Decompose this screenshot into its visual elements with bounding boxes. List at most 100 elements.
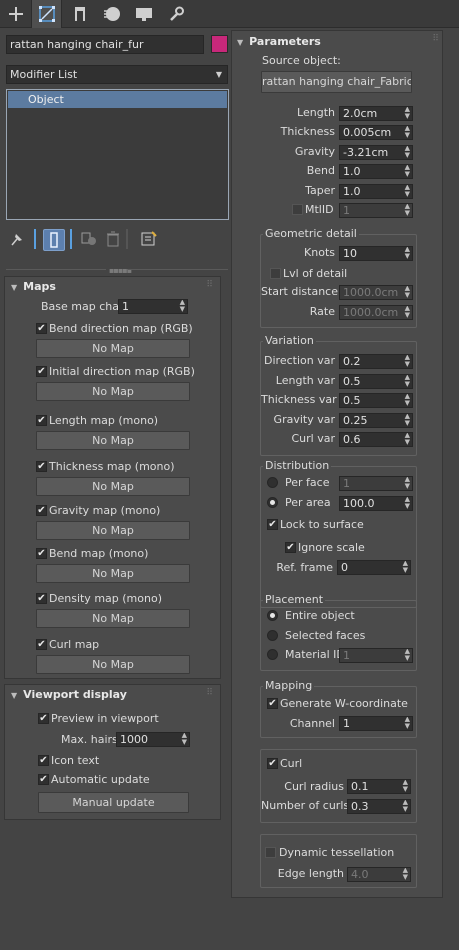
no-map-button[interactable]: No Map — [36, 564, 190, 583]
spinner-arrows-icon[interactable]: ▲ ▼ — [405, 306, 410, 319]
spinner-arrows-icon[interactable]: ▲ ▼ — [405, 126, 410, 139]
ignore-scale-checkbox[interactable]: ✔ — [285, 542, 296, 553]
mtlid-checkbox[interactable] — [292, 204, 303, 215]
rollout-grip-icon[interactable]: ⠿ — [432, 34, 439, 44]
entire-object-radio[interactable] — [267, 610, 278, 621]
show-end-result-button[interactable] — [43, 229, 65, 251]
spinner-arrows-icon[interactable]: ▲ ▼ — [405, 146, 410, 159]
start-distance-spinner[interactable]: 1000.0cm ▲ ▼ — [339, 285, 413, 300]
lock-to-surface-checkbox[interactable]: ✔ — [267, 519, 278, 530]
no-map-button[interactable]: No Map — [36, 521, 190, 540]
per-face-radio[interactable] — [267, 477, 278, 488]
display-tab[interactable] — [128, 0, 159, 28]
spinner-arrows-icon[interactable]: ▲ ▼ — [405, 107, 410, 120]
per-area-spinner[interactable]: 100.0 ▲ ▼ — [339, 496, 413, 511]
bend-spinner[interactable]: 1.0 ▲ ▼ — [339, 164, 413, 179]
no-map-button[interactable]: No Map — [36, 609, 190, 628]
map-enable-checkbox[interactable]: ✔ — [36, 323, 47, 334]
dynamic-tessellation-checkbox[interactable] — [265, 847, 276, 858]
edge-length-spinner[interactable]: 4.0 ▲ ▼ — [347, 867, 411, 882]
object-name-field[interactable]: rattan hanging chair_fur — [6, 35, 204, 54]
maps-rollout-header[interactable]: ▼ Maps — [11, 280, 56, 293]
spinner-arrows-icon[interactable]: ▲ ▼ — [405, 649, 410, 662]
modifier-stack[interactable]: Object — [6, 89, 229, 220]
map-enable-checkbox[interactable]: ✔ — [36, 639, 47, 650]
spinner-arrows-icon[interactable]: ▲ ▼ — [403, 800, 408, 813]
viewport-display-header[interactable]: ▼ Viewport display — [11, 688, 127, 701]
stack-item-object[interactable]: Object — [8, 91, 227, 108]
create-tab[interactable] — [0, 0, 31, 28]
spinner-arrows-icon[interactable]: ▲ ▼ — [405, 477, 410, 490]
spinner-arrows-icon[interactable]: ▲ ▼ — [405, 204, 410, 217]
direction-var-spinner[interactable]: 0.2 ▲ ▼ — [339, 354, 413, 369]
rollout-grip-icon[interactable]: ⠿ — [206, 280, 213, 290]
length-var-spinner[interactable]: 0.5 ▲ ▼ — [339, 374, 413, 389]
manual-update-button[interactable]: Manual update — [38, 792, 189, 813]
preview-checkbox[interactable]: ✔ — [38, 713, 49, 724]
spinner-arrows-icon[interactable]: ▲ ▼ — [405, 717, 410, 730]
lvl-of-detail-checkbox[interactable] — [270, 268, 281, 279]
material-id-radio[interactable] — [267, 649, 278, 660]
ref-frame-spinner[interactable]: 0 ▲ ▼ — [337, 560, 411, 575]
material-id-spinner[interactable]: 1 ▲ ▼ — [339, 648, 413, 663]
per-face-spinner[interactable]: 1 ▲ ▼ — [339, 476, 413, 491]
map-enable-checkbox[interactable]: ✔ — [36, 593, 47, 604]
selected-faces-radio[interactable] — [267, 630, 278, 641]
spinner-arrows-icon[interactable]: ▲ ▼ — [405, 165, 410, 178]
taper-spinner[interactable]: 1.0 ▲ ▼ — [339, 184, 413, 199]
spinner-arrows-icon[interactable]: ▲ ▼ — [405, 185, 410, 198]
spinner-arrows-icon[interactable]: ▲ ▼ — [405, 497, 410, 510]
motion-tab[interactable] — [96, 0, 127, 28]
no-map-button[interactable]: No Map — [36, 339, 190, 358]
generate-w-checkbox[interactable]: ✔ — [267, 698, 278, 709]
spinner-arrows-icon[interactable]: ▲ ▼ — [403, 561, 408, 574]
map-enable-checkbox[interactable]: ✔ — [36, 415, 47, 426]
rate-spinner[interactable]: 1000.0cm ▲ ▼ — [339, 305, 413, 320]
modify-tab[interactable] — [31, 0, 62, 28]
spinner-arrows-icon[interactable]: ▲ ▼ — [405, 433, 410, 446]
automatic-update-checkbox[interactable]: ✔ — [38, 774, 49, 785]
knots-spinner[interactable]: 10 ▲ ▼ — [339, 246, 413, 261]
pin-stack-button[interactable] — [8, 230, 26, 248]
length-spinner[interactable]: 2.0cm ▲ ▼ — [339, 106, 413, 121]
configure-sets-button[interactable] — [140, 230, 158, 248]
gravity-spinner[interactable]: -3.21cm ▲ ▼ — [339, 145, 413, 160]
spinner-arrows-icon[interactable]: ▲ ▼ — [405, 394, 410, 407]
spinner-arrows-icon[interactable]: ▲ ▼ — [405, 286, 410, 299]
icon-text-checkbox[interactable]: ✔ — [38, 755, 49, 766]
rollout-grip-icon[interactable]: ⠿ — [206, 688, 213, 698]
spinner-arrows-icon[interactable]: ▲ ▼ — [405, 414, 410, 427]
hierarchy-tab[interactable] — [64, 0, 95, 28]
make-unique-button[interactable] — [80, 230, 98, 248]
spinner-arrows-icon[interactable]: ▲ ▼ — [403, 780, 408, 793]
map-enable-checkbox[interactable]: ✔ — [36, 366, 47, 377]
source-object-button[interactable]: rattan hanging chair_Fabric — [261, 71, 412, 93]
thickness-var-spinner[interactable]: 0.5 ▲ ▼ — [339, 393, 413, 408]
spinner-arrows-icon[interactable]: ▲ ▼ — [403, 868, 408, 881]
base-map-chan-spinner[interactable]: 1 ▲ ▼ — [118, 299, 188, 314]
mtlid-spinner[interactable]: 1 ▲ ▼ — [339, 203, 413, 218]
map-enable-checkbox[interactable]: ✔ — [36, 505, 47, 516]
remove-modifier-button[interactable] — [104, 230, 122, 248]
modifier-list-dropdown[interactable]: Modifier List ▼ — [6, 65, 228, 84]
curl-checkbox[interactable]: ✔ — [267, 758, 278, 769]
spinner-arrows-icon[interactable]: ▲ ▼ — [182, 733, 187, 746]
map-enable-checkbox[interactable]: ✔ — [36, 461, 47, 472]
curl-radius-spinner[interactable]: 0.1 ▲ ▼ — [347, 779, 411, 794]
channel-spinner[interactable]: 1 ▲ ▼ — [339, 716, 413, 731]
no-map-button[interactable]: No Map — [36, 477, 190, 496]
spinner-arrows-icon[interactable]: ▲ ▼ — [405, 375, 410, 388]
gravity-var-spinner[interactable]: 0.25 ▲ ▼ — [339, 413, 413, 428]
per-area-radio[interactable] — [267, 497, 278, 508]
object-color-swatch[interactable] — [211, 35, 228, 53]
number-of-curls-spinner[interactable]: 0.3 ▲ ▼ — [347, 799, 411, 814]
max-hairs-spinner[interactable]: 1000 ▲ ▼ — [116, 732, 190, 747]
utilities-tab[interactable] — [160, 0, 191, 28]
spinner-arrows-icon[interactable]: ▲ ▼ — [180, 300, 185, 313]
map-enable-checkbox[interactable]: ✔ — [36, 548, 47, 559]
no-map-button[interactable]: No Map — [36, 431, 190, 450]
no-map-button[interactable]: No Map — [36, 382, 190, 401]
thickness-spinner[interactable]: 0.005cm ▲ ▼ — [339, 125, 413, 140]
spinner-arrows-icon[interactable]: ▲ ▼ — [405, 355, 410, 368]
curl-var-spinner[interactable]: 0.6 ▲ ▼ — [339, 432, 413, 447]
